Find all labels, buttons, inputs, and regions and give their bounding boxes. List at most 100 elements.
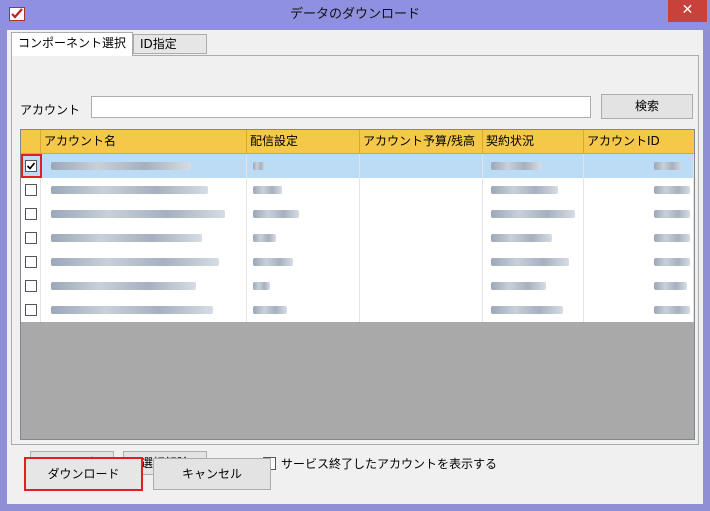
obscured-text xyxy=(654,282,687,290)
row-checkbox-cell xyxy=(21,250,41,274)
table-cell xyxy=(41,178,247,202)
obscured-text xyxy=(51,162,191,170)
table-cell xyxy=(584,154,694,178)
account-label: アカウント xyxy=(20,103,81,117)
table-cell xyxy=(247,202,360,226)
obscured-text xyxy=(491,234,552,242)
row-checkbox[interactable] xyxy=(25,280,37,292)
table-cell xyxy=(247,178,360,202)
column-header-budget[interactable]: アカウント予算/残高 xyxy=(360,130,483,154)
table-cell xyxy=(483,274,584,298)
table-row[interactable] xyxy=(21,202,694,226)
table-cell xyxy=(247,226,360,250)
obscured-text xyxy=(51,306,213,314)
dialog-window: データのダウンロード ✕ コンポーネント選択 ID指定 アカウント 検索 アカウ… xyxy=(0,0,710,511)
column-header-account-name[interactable]: アカウント名 xyxy=(41,130,247,154)
close-button[interactable]: ✕ xyxy=(668,0,707,22)
account-grid: アカウント名 配信設定 アカウント予算/残高 契約状況 アカウントID xyxy=(20,129,695,440)
obscured-text xyxy=(654,306,690,314)
download-button[interactable]: ダウンロード xyxy=(24,457,143,491)
row-checkbox[interactable] xyxy=(25,256,37,268)
table-cell xyxy=(360,154,483,178)
obscured-text xyxy=(491,306,563,314)
show-ended-label: サービス終了したアカウントを表示する xyxy=(281,457,498,471)
table-cell xyxy=(360,250,483,274)
table-row[interactable] xyxy=(21,274,694,298)
obscured-text xyxy=(51,258,219,266)
account-search-input[interactable] xyxy=(91,96,591,118)
column-header-delivery[interactable]: 配信設定 xyxy=(247,130,360,154)
table-cell xyxy=(247,250,360,274)
obscured-text xyxy=(491,210,575,218)
obscured-text xyxy=(491,162,541,170)
tab-page: アカウント 検索 アカウント名 配信設定 アカウント予算/残高 契約状況 アカウ… xyxy=(11,55,699,475)
table-cell xyxy=(584,298,694,322)
tab-component-select[interactable]: コンポーネント選択 xyxy=(11,32,133,56)
obscured-text xyxy=(253,306,287,314)
table-cell xyxy=(41,154,247,178)
show-ended-accounts-toggle[interactable]: サービス終了したアカウントを表示する xyxy=(263,455,497,472)
row-checkbox-cell xyxy=(21,202,41,226)
obscured-text xyxy=(491,282,546,290)
row-checkbox-cell xyxy=(21,226,41,250)
table-cell xyxy=(584,226,694,250)
table-cell xyxy=(483,202,584,226)
table-cell xyxy=(483,250,584,274)
column-header-contract[interactable]: 契約状況 xyxy=(483,130,584,154)
table-row[interactable] xyxy=(21,298,694,322)
obscured-text xyxy=(51,210,225,218)
row-checkbox-cell xyxy=(21,154,42,178)
window-title: データのダウンロード xyxy=(289,7,420,22)
tab-id-specify[interactable]: ID指定 xyxy=(133,34,207,54)
table-cell xyxy=(483,154,584,178)
table-cell xyxy=(247,274,360,298)
obscured-text xyxy=(253,282,270,290)
table-cell xyxy=(584,274,694,298)
obscured-text xyxy=(491,186,558,194)
table-cell xyxy=(41,202,247,226)
search-button[interactable]: 検索 xyxy=(601,94,693,119)
obscured-text xyxy=(654,162,682,170)
table-cell xyxy=(41,298,247,322)
table-cell xyxy=(584,202,694,226)
row-checkbox-cell xyxy=(21,274,41,298)
table-row[interactable] xyxy=(21,178,694,202)
row-checkbox[interactable] xyxy=(25,208,37,220)
obscured-text xyxy=(491,258,569,266)
table-cell xyxy=(360,202,483,226)
title-bar: データのダウンロード ✕ xyxy=(0,0,710,30)
cancel-button[interactable]: キャンセル xyxy=(153,458,271,490)
obscured-text xyxy=(51,186,208,194)
obscured-text xyxy=(253,258,293,266)
table-cell xyxy=(483,298,584,322)
dialog-body: コンポーネント選択 ID指定 アカウント 検索 アカウント名 配信設定 アカウン… xyxy=(7,30,703,504)
table-row[interactable] xyxy=(21,154,694,178)
obscured-text xyxy=(253,162,265,170)
row-checkbox[interactable] xyxy=(25,160,37,172)
table-cell xyxy=(247,298,360,322)
table-cell xyxy=(41,226,247,250)
row-checkbox-cell xyxy=(21,178,41,202)
table-cell xyxy=(584,250,694,274)
table-cell xyxy=(41,250,247,274)
obscured-text xyxy=(654,258,690,266)
obscured-text xyxy=(253,210,299,218)
table-cell xyxy=(360,178,483,202)
header-checkbox-column xyxy=(21,130,41,154)
table-cell xyxy=(483,226,584,250)
obscured-text xyxy=(253,234,276,242)
row-checkbox-cell xyxy=(21,298,41,322)
row-checkbox[interactable] xyxy=(25,232,37,244)
table-cell xyxy=(483,178,584,202)
table-cell xyxy=(360,298,483,322)
column-header-account-id[interactable]: アカウントID xyxy=(584,130,694,154)
table-cell xyxy=(584,178,694,202)
row-checkbox[interactable] xyxy=(25,304,37,316)
table-row[interactable] xyxy=(21,250,694,274)
table-cell xyxy=(360,274,483,298)
obscured-text xyxy=(253,186,282,194)
obscured-text xyxy=(654,210,690,218)
table-cell xyxy=(360,226,483,250)
table-row[interactable] xyxy=(21,226,694,250)
row-checkbox[interactable] xyxy=(25,184,37,196)
